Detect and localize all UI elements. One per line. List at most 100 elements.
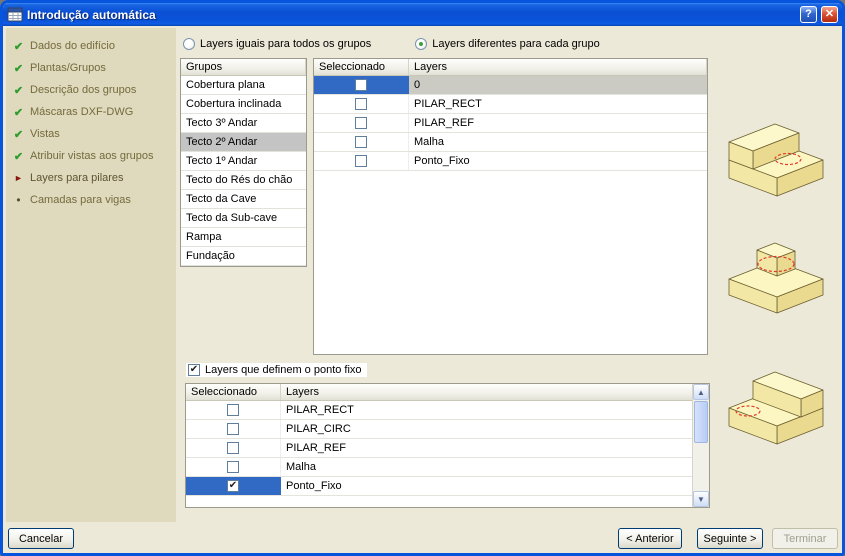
group-item[interactable]: Tecto 1º Andar [181,152,306,171]
check-icon: ✔ [13,150,24,163]
layer-row[interactable]: Ponto_Fixo [314,152,707,171]
fixed-layers-header: Seleccionado Layers [186,384,709,401]
layer-name: 0 [409,76,707,94]
layer-checkbox-cell[interactable] [314,114,409,132]
step-label: Dados do edifício [30,40,115,52]
col-seleccionado: Seleccionado [186,384,281,400]
layer-checkbox-cell[interactable] [314,152,409,170]
step-label: Vistas [30,128,60,140]
check-icon: ✔ [13,128,24,141]
bullet-icon: • [16,193,21,207]
scroll-up-button[interactable]: ▲ [693,384,709,400]
group-item[interactable]: Tecto do Rés do chão [181,171,306,190]
pillar-preview-step-block [728,123,824,197]
sidebar-step-5: ✔ Vistas [6,123,176,145]
fixed-point-label: Layers que definem o ponto fixo [205,364,362,376]
layer-row[interactable]: PILAR_CIRC [186,420,709,439]
radio-icon[interactable] [415,38,428,50]
layer-row[interactable]: PILAR_RECT [186,401,709,420]
cancel-button[interactable]: Cancelar [8,528,74,549]
layer-name: Malha [414,136,444,148]
layer-checkbox[interactable] [355,136,367,148]
app-icon [7,7,23,21]
layer-row[interactable]: PILAR_REF [186,439,709,458]
groups-panel: Grupos Cobertura plana Cobertura inclinad… [180,58,307,267]
layer-checkbox-cell[interactable] [314,95,409,113]
fixed-layers-table-body: PILAR_RECT PILAR_CIRC PILAR_REF Malha ✔ … [186,401,709,496]
scroll-down-button[interactable]: ▼ [693,491,709,507]
step-label: Descrição dos grupos [30,84,137,96]
check-icon: ✔ [13,62,24,75]
layer-checkbox-cell[interactable]: ✔ [186,477,281,495]
layer-row[interactable]: ✔ Ponto_Fixo [186,477,709,496]
layer-checkbox[interactable] [355,79,367,91]
sidebar-step-4: ✔ Máscaras DXF-DWG [6,101,176,123]
previous-button[interactable]: < Anterior [618,528,682,549]
group-item[interactable]: Tecto da Sub-cave [181,209,306,228]
check-icon: ✔ [13,84,24,97]
layer-checkbox-cell[interactable] [186,439,281,457]
radio-equal[interactable]: Layers iguais para todos os grupos [183,38,371,50]
layer-checkbox[interactable] [355,155,367,167]
fixed-point-checkbox-row[interactable]: ✔ Layers que definem o ponto fixo [185,362,368,378]
layer-checkbox[interactable] [355,117,367,129]
group-item[interactable]: Tecto da Cave [181,190,306,209]
finish-button-disabled: Terminar [772,528,838,549]
groups-header: Grupos [181,59,306,76]
fixed-layers-table: Seleccionado Layers PILAR_RECT PILAR_CIR… [185,383,710,508]
col-seleccionado: Seleccionado [314,59,409,75]
group-item[interactable]: Tecto 3º Andar [181,114,306,133]
dialog-content: ✔ Dados do edifício ✔ Plantas/Grupos ✔ D… [3,26,842,553]
help-button[interactable]: ? [800,6,817,23]
layer-checkbox[interactable]: ✔ [227,480,239,492]
layer-checkbox[interactable] [227,461,239,473]
layers-table-header: Seleccionado Layers [314,59,707,76]
next-button[interactable]: Seguinte > [697,528,763,549]
layer-name: Ponto_Fixo [286,480,342,492]
layer-name: PILAR_CIRC [286,423,351,435]
scroll-thumb[interactable] [694,401,708,443]
col-layers: Layers [281,384,709,400]
check-icon: ✔ [13,106,24,119]
layer-name: Ponto_Fixo [414,155,470,167]
layer-name: PILAR_REF [414,117,474,129]
sidebar-step-8: • Camadas para vigas [6,189,176,211]
radio-icon[interactable] [183,38,195,50]
layer-row[interactable]: PILAR_RECT [314,95,707,114]
scroll-track[interactable] [693,444,709,491]
step-label: Camadas para vigas [30,194,131,206]
groups-header-label: Grupos [181,59,306,75]
layers-table: Seleccionado Layers 0 PILAR_RECT PILAR_R… [313,58,708,355]
layer-checkbox[interactable] [355,98,367,110]
group-item[interactable]: Cobertura plana [181,76,306,95]
layer-name: PILAR_REF [286,442,346,454]
sidebar-steps: ✔ Dados do edifício ✔ Plantas/Grupos ✔ D… [6,28,176,522]
group-item[interactable]: Rampa [181,228,306,247]
groups-list: Cobertura plana Cobertura inclinada Tecto … [181,76,306,266]
layer-row[interactable]: Malha [186,458,709,477]
layer-checkbox[interactable] [227,442,239,454]
layer-checkbox[interactable] [227,404,239,416]
layer-checkbox-cell[interactable] [186,401,281,419]
fixed-point-checkbox[interactable]: ✔ [188,364,200,376]
group-item[interactable]: Tecto 2º Andar [181,133,306,152]
close-button[interactable]: ✕ [821,6,838,23]
vertical-scrollbar[interactable]: ▲ ▼ [692,384,709,507]
group-item[interactable]: Fundação [181,247,306,266]
col-layers: Layers [409,59,707,75]
layer-checkbox-cell[interactable] [314,76,409,94]
layer-checkbox-cell[interactable] [186,458,281,476]
sidebar-step-6: ✔ Atribuir vistas aos grupos [6,145,176,167]
layer-checkbox-cell[interactable] [314,133,409,151]
sidebar-step-2: ✔ Plantas/Grupos [6,57,176,79]
sidebar-step-7: ► Layers para pilares [6,167,176,189]
layer-checkbox-cell[interactable] [186,420,281,438]
layer-row[interactable]: Malha [314,133,707,152]
radio-different[interactable]: Layers diferentes para cada grupo [415,38,600,50]
layer-checkbox[interactable] [227,423,239,435]
layer-row[interactable]: PILAR_REF [314,114,707,133]
step-label: Plantas/Grupos [30,62,106,74]
layer-name: PILAR_RECT [286,404,354,416]
layer-row[interactable]: 0 [314,76,707,95]
group-item[interactable]: Cobertura inclinada [181,95,306,114]
